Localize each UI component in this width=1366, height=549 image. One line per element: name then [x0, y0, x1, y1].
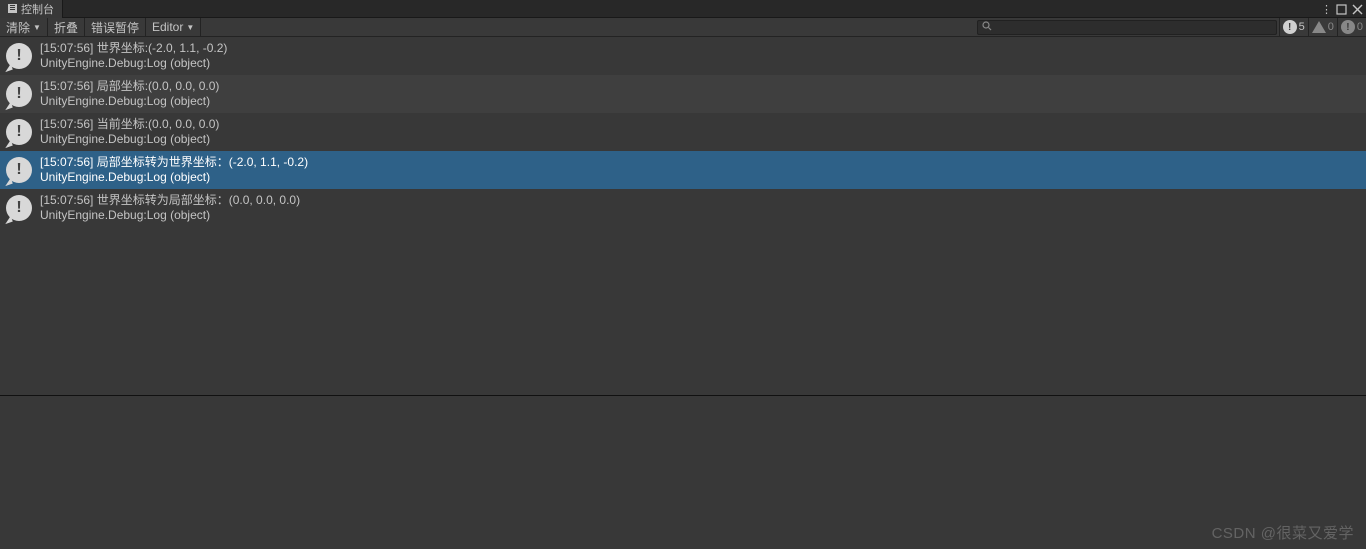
menu-icon[interactable]: ⋮ — [1319, 3, 1332, 16]
info-icon: ! — [6, 43, 32, 69]
log-row[interactable]: ! [15:07:56] 世界坐标转为局部坐标：(0.0, 0.0, 0.0)Un… — [0, 189, 1366, 227]
tab-console[interactable]: 控制台 — [0, 0, 63, 18]
toolbar: 清除 ▼ 折叠 错误暂停 Editor ▼ ! 5 0 ! 0 — [0, 18, 1366, 37]
window-controls: ⋮ — [1319, 0, 1364, 18]
log-row[interactable]: ! [15:07:56] 局部坐标:(0.0, 0.0, 0.0)UnityEng… — [0, 75, 1366, 113]
info-counter[interactable]: ! 5 — [1279, 18, 1308, 37]
log-text: [15:07:56] 局部坐标转为世界坐标：(-2.0, 1.1, -0.2)U… — [40, 155, 308, 185]
log-text: [15:07:56] 当前坐标:(0.0, 0.0, 0.0)UnityEngi… — [40, 117, 219, 147]
log-text: [15:07:56] 世界坐标:(-2.0, 1.1, -0.2)UnityEn… — [40, 41, 227, 71]
tab-title: 控制台 — [21, 1, 54, 17]
detail-panel — [0, 395, 1366, 548]
log-row[interactable]: ! [15:07:56] 世界坐标:(-2.0, 1.1, -0.2)UnityE… — [0, 37, 1366, 75]
info-icon: ! — [6, 119, 32, 145]
log-row[interactable]: ! [15:07:56] 局部坐标转为世界坐标：(-2.0, 1.1, -0.2)… — [0, 151, 1366, 189]
search-icon — [982, 21, 992, 34]
warning-icon — [1312, 20, 1326, 34]
chevron-down-icon: ▼ — [186, 23, 194, 32]
clear-button[interactable]: 清除 ▼ — [0, 18, 48, 37]
counters: ! 5 0 ! 0 — [1279, 18, 1366, 37]
log-list: ! [15:07:56] 世界坐标:(-2.0, 1.1, -0.2)UnityE… — [0, 37, 1366, 395]
close-icon[interactable] — [1351, 3, 1364, 16]
collapse-button[interactable]: 折叠 — [48, 18, 85, 37]
search-input[interactable] — [977, 20, 1277, 35]
error-icon: ! — [1341, 20, 1355, 34]
info-icon: ! — [6, 195, 32, 221]
tab-bar: 控制台 ⋮ — [0, 0, 1366, 18]
warning-counter[interactable]: 0 — [1308, 18, 1337, 37]
log-text: [15:07:56] 世界坐标转为局部坐标：(0.0, 0.0, 0.0)Uni… — [40, 193, 300, 223]
maximize-icon[interactable] — [1335, 3, 1348, 16]
error-pause-button[interactable]: 错误暂停 — [85, 18, 146, 37]
error-counter[interactable]: ! 0 — [1337, 18, 1366, 37]
chevron-down-icon: ▼ — [33, 23, 41, 32]
log-row[interactable]: ! [15:07:56] 当前坐标:(0.0, 0.0, 0.0)UnityEng… — [0, 113, 1366, 151]
editor-dropdown[interactable]: Editor ▼ — [146, 18, 201, 37]
info-icon: ! — [6, 81, 32, 107]
console-icon — [8, 4, 17, 13]
info-icon: ! — [1283, 20, 1297, 34]
log-text: [15:07:56] 局部坐标:(0.0, 0.0, 0.0)UnityEngi… — [40, 79, 219, 109]
info-icon: ! — [6, 157, 32, 183]
